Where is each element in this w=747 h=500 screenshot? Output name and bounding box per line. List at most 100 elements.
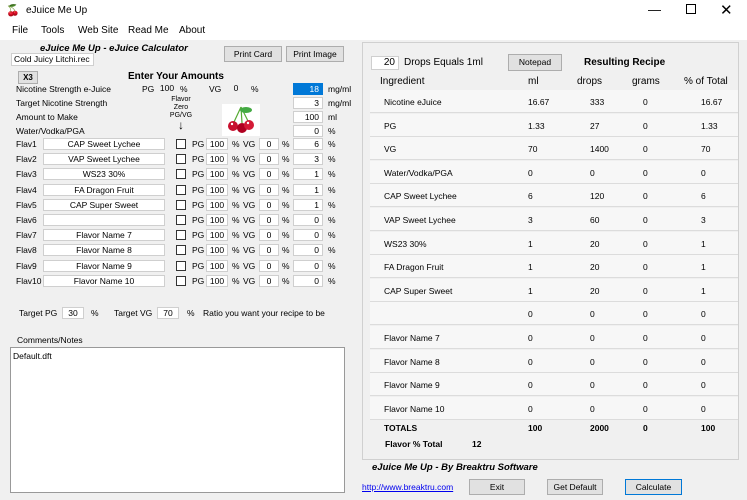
- menu-tools[interactable]: Tools: [41, 25, 64, 36]
- flavor-vg-label: VG: [243, 169, 256, 180]
- flavor-vg-field[interactable]: 0: [259, 168, 279, 181]
- row-ml: 1: [528, 285, 533, 296]
- flavor-pct-field[interactable]: 1: [293, 198, 323, 211]
- flavor-vg-pct: %: [282, 230, 290, 241]
- flavor-vg-field[interactable]: 0: [259, 214, 279, 226]
- flavor-name-field[interactable]: FA Dragon Fruit: [43, 183, 165, 196]
- maximize-icon[interactable]: [686, 4, 696, 14]
- flavor-zero-checkbox[interactable]: [176, 275, 186, 286]
- flavor-pct-unit: %: [328, 199, 336, 210]
- get-default-button[interactable]: Get Default: [547, 479, 603, 495]
- print-image-button[interactable]: Print Image: [286, 46, 344, 62]
- flavor-pct-field[interactable]: 3: [293, 153, 323, 166]
- flavor-pg-field[interactable]: 100: [206, 274, 228, 287]
- exit-button[interactable]: Exit: [469, 479, 525, 495]
- comments-textarea[interactable]: Default.dft: [10, 347, 345, 493]
- row-pct: 0: [701, 356, 706, 367]
- flavor-vg-field[interactable]: 0: [259, 229, 279, 242]
- flavor-name-field[interactable]: WS23 30%: [43, 168, 165, 181]
- flavor-zero-checkbox[interactable]: [176, 245, 186, 256]
- flavor-pct-field[interactable]: 0: [293, 214, 323, 226]
- flavor-pg-field[interactable]: 100: [206, 229, 228, 242]
- flavor-pct-field[interactable]: 1: [293, 183, 323, 196]
- footer-brand: eJuice Me Up - By Breaktru Software: [372, 462, 538, 473]
- target-pg-pct: %: [91, 308, 99, 318]
- flavor-zero-checkbox[interactable]: [176, 184, 186, 195]
- flavor-vg-field[interactable]: 0: [259, 198, 279, 211]
- flavor-vg-field[interactable]: 0: [259, 153, 279, 166]
- col-ingredient: Ingredient: [380, 76, 425, 87]
- flavor-pg-field[interactable]: 100: [206, 183, 228, 196]
- row-drops: 0: [590, 380, 595, 391]
- flavor-pct-field[interactable]: 0: [293, 229, 323, 242]
- calculate-button[interactable]: Calculate: [625, 479, 682, 495]
- nic-vg-field[interactable]: 0: [226, 83, 246, 95]
- flavor-zero-checkbox[interactable]: [176, 230, 186, 241]
- flavor-name-field[interactable]: [43, 214, 165, 226]
- flavor-name-field[interactable]: CAP Sweet Lychee: [43, 138, 165, 150]
- flavor-pg-pct: %: [232, 275, 240, 286]
- flavor-name-field[interactable]: CAP Super Sweet: [43, 198, 165, 211]
- flavor-zero-checkbox[interactable]: [176, 215, 186, 225]
- website-link[interactable]: http://www.breaktru.com: [362, 482, 453, 492]
- menu-about[interactable]: About: [179, 25, 205, 36]
- flavor-pct-field[interactable]: 0: [293, 259, 323, 272]
- flavor-pg-field[interactable]: 100: [206, 214, 228, 226]
- target-pg-field[interactable]: 30: [62, 307, 84, 319]
- flavor-vg-field[interactable]: 0: [259, 259, 279, 272]
- amount-field[interactable]: 100: [293, 111, 323, 123]
- flavor-pg-pct: %: [232, 169, 240, 180]
- nic-pg-field[interactable]: 100: [156, 83, 178, 95]
- flavor-pg-field[interactable]: 100: [206, 138, 228, 150]
- flavor-pct-field[interactable]: 0: [293, 274, 323, 287]
- flavor-pct-unit: %: [328, 154, 336, 165]
- flavor-vg-field[interactable]: 0: [259, 138, 279, 150]
- x3-button[interactable]: X3: [18, 71, 38, 84]
- flavor-pct-field[interactable]: 6: [293, 138, 323, 150]
- row-ml: 0: [528, 333, 533, 343]
- menu-readme[interactable]: Read Me: [128, 25, 169, 36]
- row-pct: 0: [701, 167, 706, 178]
- flavor-name-field[interactable]: Flavor Name 9: [43, 259, 165, 272]
- recipe-file-field[interactable]: Cold Juicy Litchi.rec: [11, 53, 94, 66]
- nicotine-strength-field[interactable]: 18: [293, 83, 323, 95]
- close-icon[interactable]: ✕: [720, 1, 733, 19]
- flavor-vg-field[interactable]: 0: [259, 183, 279, 196]
- flavor-zero-checkbox[interactable]: [176, 199, 186, 210]
- row-ml: 16.67: [528, 97, 550, 107]
- flavor-name-field[interactable]: Flavor Name 8: [43, 244, 165, 257]
- flavor-vg-field[interactable]: 0: [259, 274, 279, 287]
- flavor-pg-field[interactable]: 100: [206, 244, 228, 257]
- flavor-pct-field[interactable]: 1: [293, 168, 323, 181]
- flavor-vg-field[interactable]: 0: [259, 244, 279, 257]
- flavor-zero-checkbox[interactable]: [176, 169, 186, 180]
- flavor-pg-pct: %: [232, 215, 240, 225]
- drops-per-ml-field[interactable]: 20: [371, 56, 399, 70]
- row-ml: 0: [528, 380, 533, 391]
- flavor-pg-label: PG: [192, 169, 205, 180]
- row-ml: 1: [528, 238, 533, 249]
- flavor-pct-field[interactable]: 0: [293, 244, 323, 257]
- notepad-button[interactable]: Notepad: [508, 54, 562, 71]
- menu-website[interactable]: Web Site: [78, 25, 118, 36]
- flavor-vg-pct: %: [282, 139, 290, 149]
- flavor-zero-checkbox[interactable]: [176, 154, 186, 165]
- flavor-pg-field[interactable]: 100: [206, 153, 228, 166]
- flavor-zero-checkbox[interactable]: [176, 139, 186, 149]
- flavor-name-field[interactable]: Flavor Name 10: [43, 274, 165, 287]
- print-card-button[interactable]: Print Card: [224, 46, 282, 62]
- target-nic-field[interactable]: 3: [293, 97, 323, 109]
- flavor-pg-field[interactable]: 100: [206, 168, 228, 181]
- flavor-zero-checkbox[interactable]: [176, 260, 186, 271]
- flavor-name-field[interactable]: VAP Sweet Lychee: [43, 153, 165, 166]
- flavor-pg-field[interactable]: 100: [206, 259, 228, 272]
- flavor-name-field[interactable]: Flavor Name 7: [43, 229, 165, 242]
- minimize-icon[interactable]: —: [648, 2, 661, 17]
- water-pct: %: [328, 126, 336, 136]
- down-arrow-icon: ↓: [178, 118, 184, 132]
- water-field[interactable]: 0: [293, 125, 323, 137]
- row-ingredient: CAP Super Sweet: [384, 285, 453, 296]
- menu-file[interactable]: File: [12, 25, 28, 36]
- target-vg-field[interactable]: 70: [157, 307, 179, 319]
- flavor-pg-field[interactable]: 100: [206, 198, 228, 211]
